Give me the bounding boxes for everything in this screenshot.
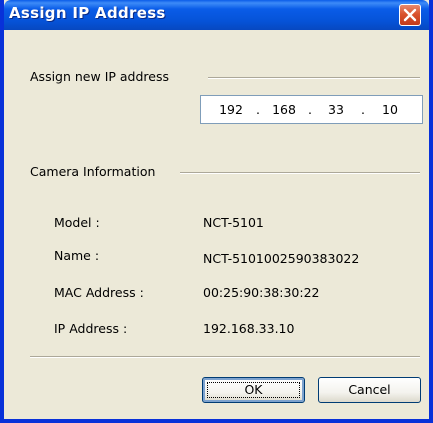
ip-octet-3[interactable]: 33 [319,102,353,117]
title-bar[interactable]: Assign IP Address [4,0,429,30]
mac-address-label: MAC Address : [54,285,144,300]
model-value: NCT-5101 [203,215,264,230]
ip-octet-2[interactable]: 168 [267,102,301,117]
ip-separator-2: . [308,102,312,117]
ip-separator-1: . [256,102,260,117]
ip-octet-1[interactable]: 192 [214,102,248,117]
camera-group-divider [180,172,420,174]
ip-address-input[interactable]: 192 . 168 . 33 . 10 [200,95,423,124]
camera-group-label: Camera Information [30,164,156,179]
ip-octet-4[interactable]: 10 [373,102,407,117]
ip-separator-3: . [361,102,365,117]
name-label: Name : [54,248,100,263]
footer-divider [30,356,420,358]
mac-address-value: 00:25:90:38:30:22 [203,285,320,300]
window-title: Assign IP Address [9,4,166,22]
assign-group-label: Assign new IP address [30,69,169,84]
cancel-button-label: Cancel [348,382,391,397]
ok-button[interactable]: OK [202,377,305,403]
model-label: Model : [54,215,100,230]
assign-ip-dialog: Assign IP Address Assign new IP address … [0,0,433,423]
close-icon [403,8,417,22]
assign-group-divider [208,77,420,79]
name-value: NCT-5101002590383022 [203,251,360,266]
close-button[interactable] [399,4,421,26]
ip-address-value: 192.168.33.10 [203,321,295,336]
cancel-button[interactable]: Cancel [318,377,421,403]
focus-rectangle [207,382,300,398]
ip-address-label: IP Address : [54,321,128,336]
